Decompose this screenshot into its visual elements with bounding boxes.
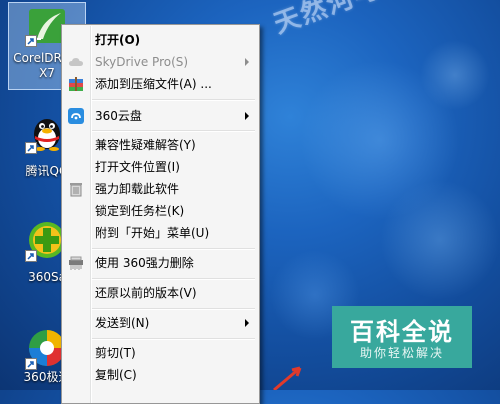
menu-separator	[92, 338, 255, 340]
shortcut-arrow-icon	[25, 358, 37, 370]
shortcut-arrow-icon	[25, 250, 37, 262]
menu-item-label: 还原以前的版本(V)	[95, 286, 197, 300]
pointer-arrow-icon	[273, 366, 302, 390]
menu-item-label: 强力卸载此软件	[95, 182, 180, 196]
menu-item-force-uninstall[interactable]: 强力卸载此软件	[64, 178, 257, 200]
wallpaper-glow	[300, 60, 460, 220]
cloud-icon	[68, 54, 84, 70]
context-menu: 打开(O) SkyDrive Pro(S) 添加到压缩文件(A) ... 360…	[61, 24, 260, 404]
menu-item-label: 兼容性疑难解答(Y)	[95, 138, 196, 152]
menu-item-label: 复制(C)	[95, 368, 137, 382]
menu-separator	[92, 130, 255, 132]
menu-item-label: 添加到压缩文件(A) ...	[95, 77, 212, 91]
menu-item-label: 附到「开始」菜单(U)	[95, 226, 210, 240]
trash-icon	[68, 181, 84, 197]
menu-item-pin-taskbar[interactable]: 锁定到任务栏(K)	[64, 200, 257, 222]
menu-item-cut[interactable]: 剪切(T)	[64, 342, 257, 364]
menu-item-label: 360云盘	[95, 109, 142, 123]
baike-badge: 百科全说 助你轻松解决	[332, 306, 472, 368]
badge-title: 百科全说	[350, 318, 454, 346]
menu-separator	[92, 248, 255, 250]
menu-item-copy[interactable]: 复制(C)	[64, 364, 257, 386]
menu-item-label: 锁定到任务栏(K)	[95, 204, 185, 218]
shredder-icon	[68, 255, 84, 271]
menu-item-label: 打开(O)	[95, 33, 141, 47]
menu-item-label: 打开文件位置(I)	[95, 160, 180, 174]
menu-item-compat-troubleshoot[interactable]: 兼容性疑难解答(Y)	[64, 134, 257, 156]
menu-item-send-to[interactable]: 发送到(N)	[64, 312, 257, 334]
watermark-text: 天然河与你相约	[268, 0, 500, 41]
shortcut-arrow-icon	[25, 142, 37, 154]
wallpaper-glow	[380, 180, 500, 300]
menu-item-label: 使用 360强力删除	[95, 256, 194, 270]
menu-item-open[interactable]: 打开(O)	[64, 29, 257, 51]
wallpaper-glow	[420, 40, 490, 110]
menu-separator	[92, 278, 255, 280]
menu-item-360-force-delete[interactable]: 使用 360强力删除	[64, 252, 257, 274]
submenu-arrow-icon	[245, 112, 249, 120]
menu-item-skydrive[interactable]: SkyDrive Pro(S)	[64, 51, 257, 73]
submenu-arrow-icon	[245, 58, 249, 66]
menu-item-label: SkyDrive Pro(S)	[95, 55, 189, 69]
menu-item-label: 剪切(T)	[95, 346, 136, 360]
menu-separator	[92, 308, 255, 310]
menu-item-add-to-archive[interactable]: 添加到压缩文件(A) ...	[64, 73, 257, 95]
badge-subtitle: 助你轻松解决	[359, 346, 444, 360]
360-cloud-icon	[68, 108, 84, 124]
submenu-arrow-icon	[245, 319, 249, 327]
menu-item-restore-previous[interactable]: 还原以前的版本(V)	[64, 282, 257, 304]
archive-icon	[68, 76, 84, 92]
menu-item-open-file-location[interactable]: 打开文件位置(I)	[64, 156, 257, 178]
menu-item-label: 发送到(N)	[95, 316, 150, 330]
shortcut-arrow-icon	[25, 35, 37, 47]
menu-item-pin-start[interactable]: 附到「开始」菜单(U)	[64, 222, 257, 244]
menu-separator	[92, 99, 255, 101]
menu-item-360-cloud[interactable]: 360云盘	[64, 105, 257, 127]
